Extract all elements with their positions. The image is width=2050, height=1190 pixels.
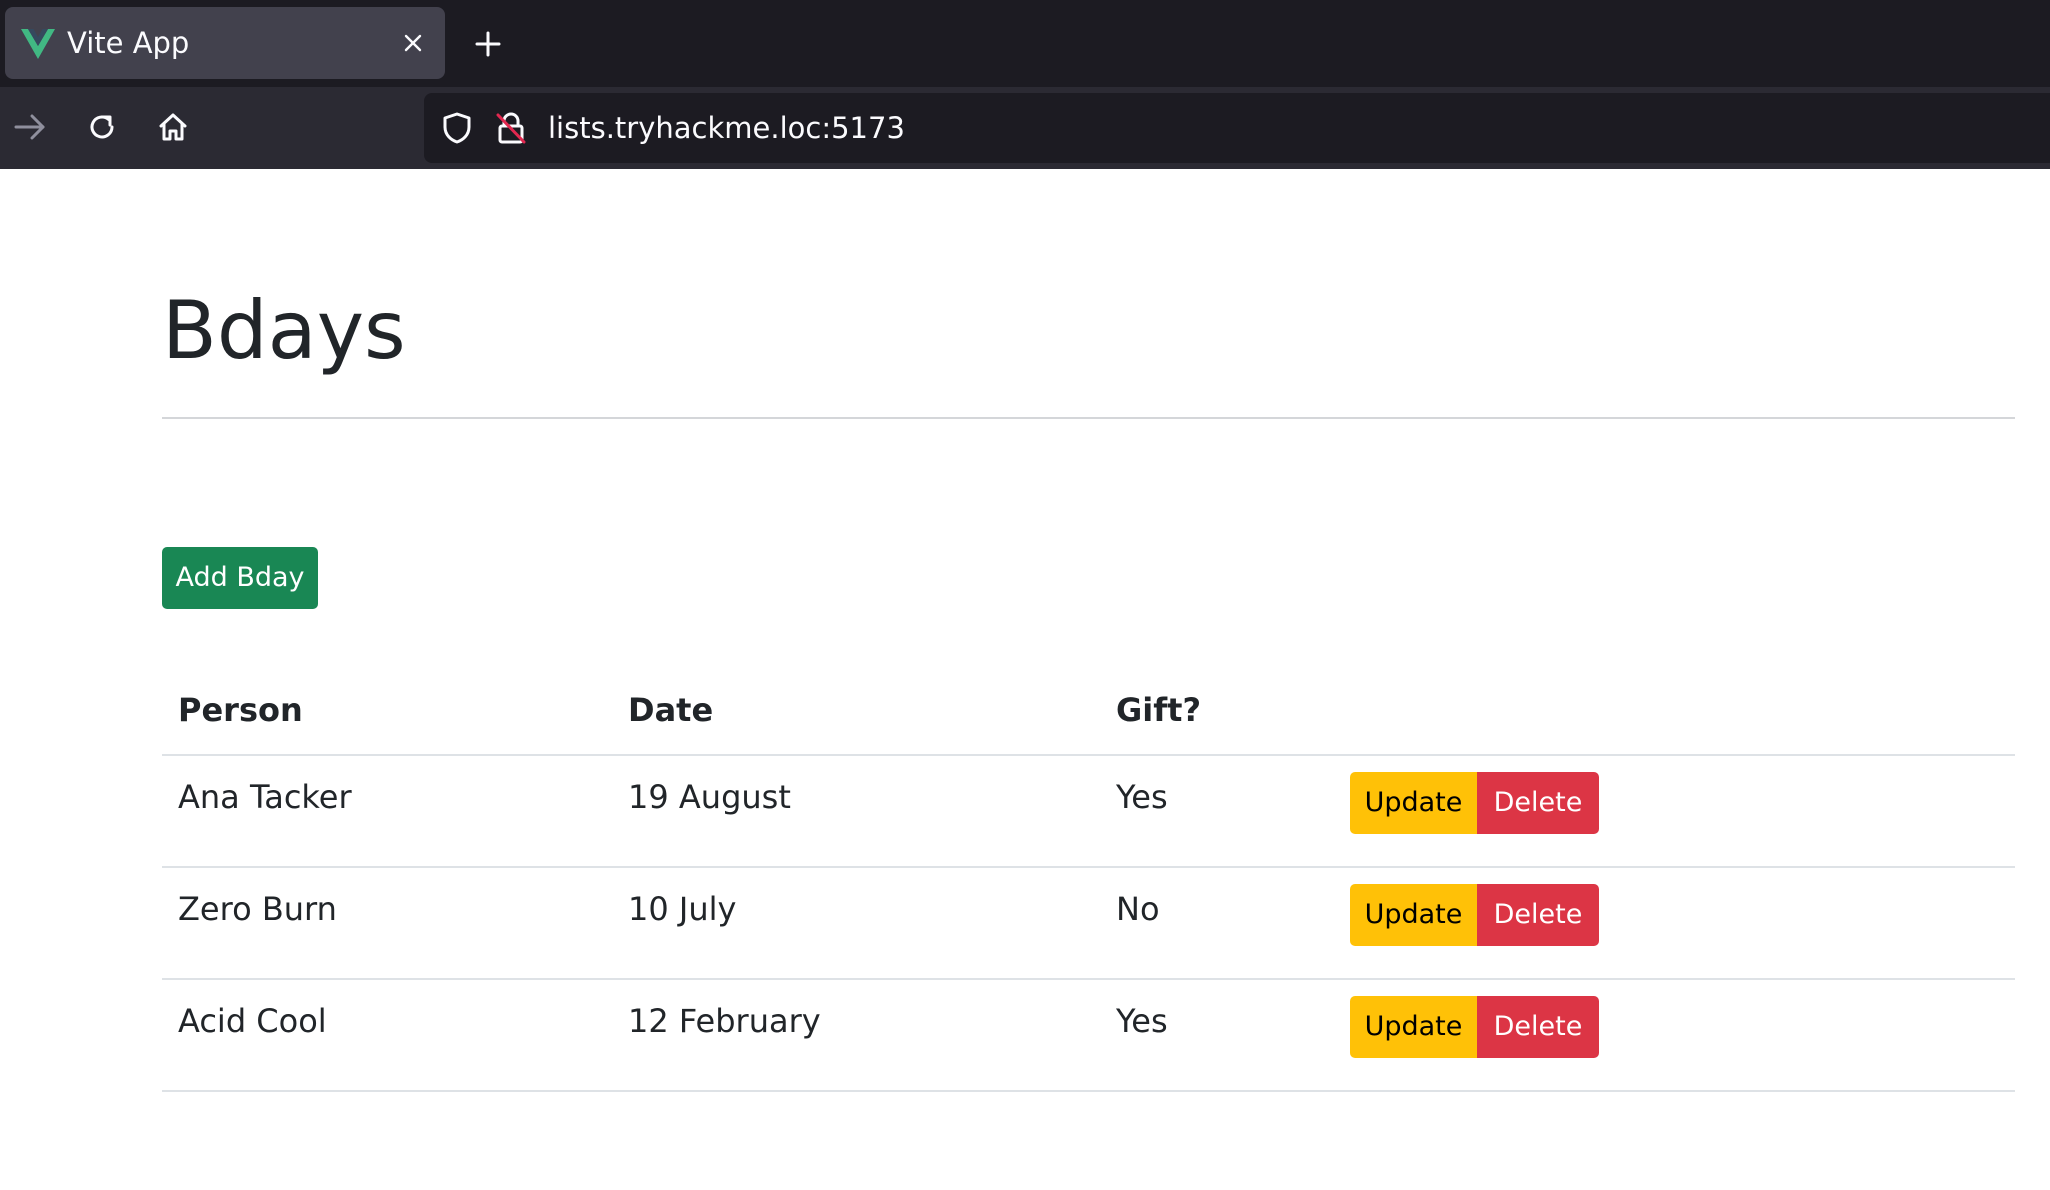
row-action-group: Update Delete	[1350, 884, 1599, 946]
home-icon[interactable]	[150, 104, 196, 150]
browser-tab[interactable]: Vite App	[5, 7, 445, 79]
title-divider	[162, 417, 2015, 419]
reload-icon[interactable]	[79, 104, 125, 150]
cell-gift: Yes	[1100, 755, 1350, 868]
row-action-group: Update Delete	[1350, 772, 1599, 834]
tab-title: Vite App	[67, 26, 190, 60]
cell-date: 12 February	[612, 979, 1100, 1092]
tracking-protection-shield-icon[interactable]	[438, 109, 476, 147]
table-row: Zero Burn 10 July No Update Delete	[162, 867, 2015, 980]
cell-actions: Update Delete	[1350, 755, 2015, 868]
cell-person: Ana Tacker	[162, 755, 612, 868]
column-header-gift: Gift?	[1100, 666, 1350, 756]
page-content: Bdays Add Bday Person Date Gift? Ana Tac…	[0, 169, 2050, 1190]
delete-button[interactable]: Delete	[1477, 884, 1599, 946]
cell-actions: Update Delete	[1350, 979, 2015, 1092]
cell-person: Acid Cool	[162, 979, 612, 1092]
cell-date: 10 July	[612, 867, 1100, 980]
close-tab-icon[interactable]	[397, 27, 429, 59]
delete-button[interactable]: Delete	[1477, 996, 1599, 1058]
forward-arrow-icon[interactable]	[7, 104, 53, 150]
vue-logo-icon	[21, 29, 55, 59]
browser-chrome: Vite App lists.tryhackme.loc:5173	[0, 0, 2050, 169]
cell-gift: No	[1100, 867, 1350, 980]
insecure-lock-icon[interactable]	[492, 109, 530, 147]
update-button[interactable]: Update	[1350, 772, 1477, 834]
add-bday-button[interactable]: Add Bday	[162, 547, 318, 609]
navigation-toolbar: lists.tryhackme.loc:5173	[0, 87, 2050, 169]
update-button[interactable]: Update	[1350, 884, 1477, 946]
cell-actions: Update Delete	[1350, 867, 2015, 980]
column-header-actions	[1350, 666, 2015, 756]
table-header-row: Person Date Gift?	[162, 666, 2015, 756]
bdays-table: Person Date Gift? Ana Tacker 19 August Y…	[162, 666, 2015, 1092]
url-text[interactable]: lists.tryhackme.loc:5173	[548, 93, 905, 163]
row-action-group: Update Delete	[1350, 996, 1599, 1058]
page-title: Bdays	[162, 284, 406, 377]
column-header-date: Date	[612, 666, 1100, 756]
delete-button[interactable]: Delete	[1477, 772, 1599, 834]
address-bar[interactable]: lists.tryhackme.loc:5173	[424, 93, 2050, 163]
cell-person: Zero Burn	[162, 867, 612, 980]
column-header-person: Person	[162, 666, 612, 756]
table-row: Acid Cool 12 February Yes Update Delete	[162, 979, 2015, 1092]
new-tab-plus-icon[interactable]	[470, 26, 506, 62]
update-button[interactable]: Update	[1350, 996, 1477, 1058]
tab-strip: Vite App	[0, 0, 2050, 87]
table-row: Ana Tacker 19 August Yes Update Delete	[162, 755, 2015, 868]
cell-date: 19 August	[612, 755, 1100, 868]
cell-gift: Yes	[1100, 979, 1350, 1092]
